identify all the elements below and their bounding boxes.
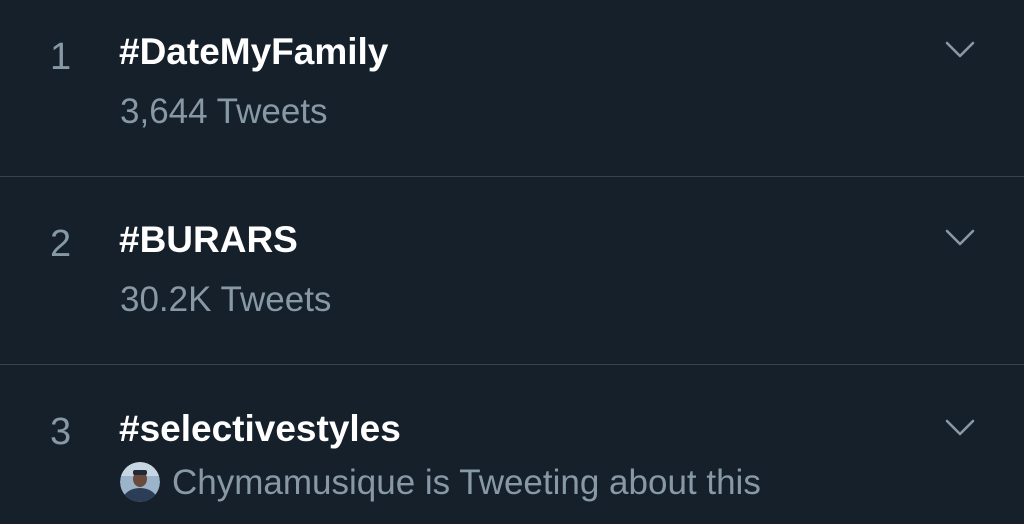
- user-avatar-icon[interactable]: [120, 462, 160, 502]
- chevron-down-icon[interactable]: [944, 228, 976, 248]
- trend-hashtag[interactable]: #BURARS: [119, 221, 298, 258]
- trend-hashtag[interactable]: #DateMyFamily: [119, 33, 388, 70]
- trend-item-1[interactable]: 1 #DateMyFamily 3,644 Tweets: [0, 0, 1024, 176]
- chevron-down-icon[interactable]: [944, 418, 976, 438]
- trend-rank: 1: [50, 36, 72, 78]
- trend-tweet-count: 3,644 Tweets: [120, 92, 328, 131]
- trends-list: 1 #DateMyFamily 3,644 Tweets 2 #BURARS 3…: [0, 0, 1024, 524]
- trend-rank: 2: [50, 223, 72, 265]
- trend-context-text: Chymamusique is Tweeting about this: [172, 462, 761, 502]
- trend-item-3[interactable]: 3 #selectivestyles Chymamusique is Tweet…: [0, 365, 1024, 524]
- trend-tweet-count: 30.2K Tweets: [120, 280, 332, 319]
- trend-rank: 3: [50, 411, 72, 453]
- trend-item-2[interactable]: 2 #BURARS 30.2K Tweets: [0, 177, 1024, 364]
- chevron-down-icon[interactable]: [944, 40, 976, 60]
- trend-context: Chymamusique is Tweeting about this: [120, 462, 761, 502]
- trend-hashtag[interactable]: #selectivestyles: [119, 410, 401, 447]
